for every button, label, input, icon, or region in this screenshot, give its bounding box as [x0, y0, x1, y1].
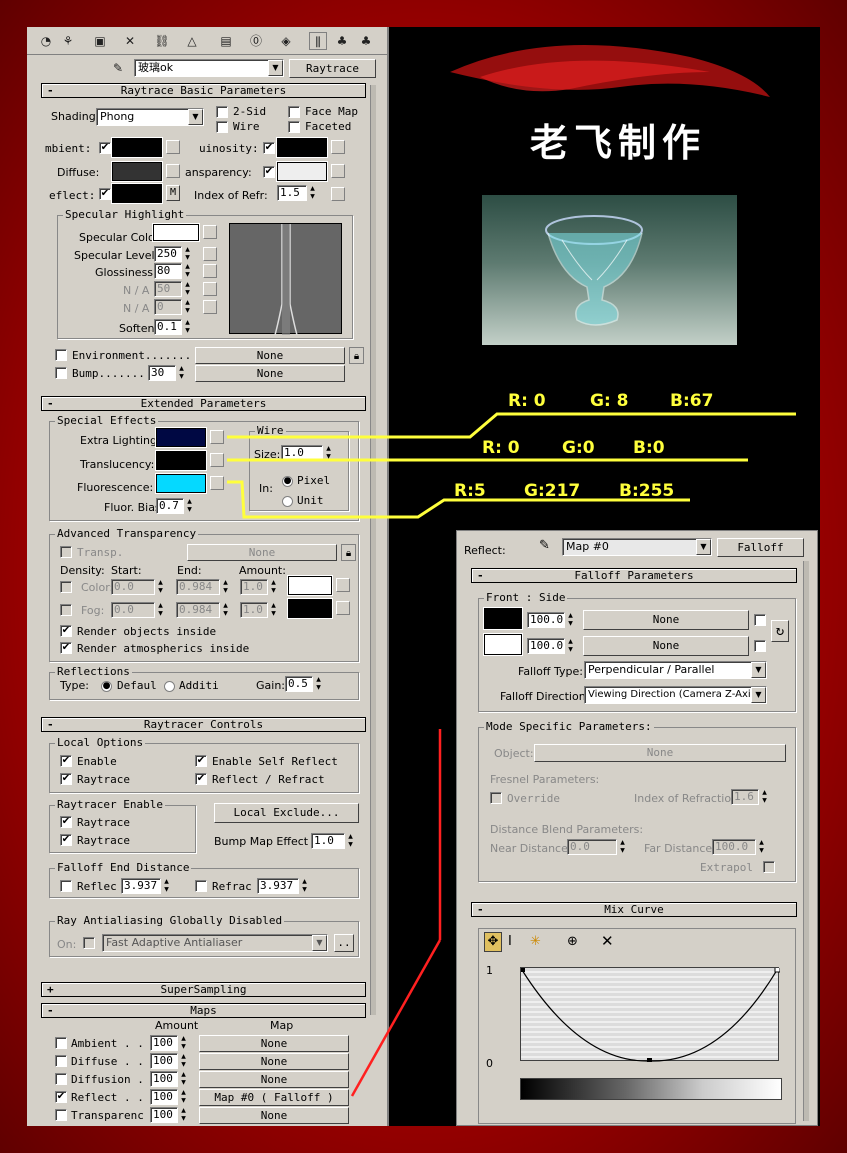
annotation-lines: [227, 412, 796, 1097]
